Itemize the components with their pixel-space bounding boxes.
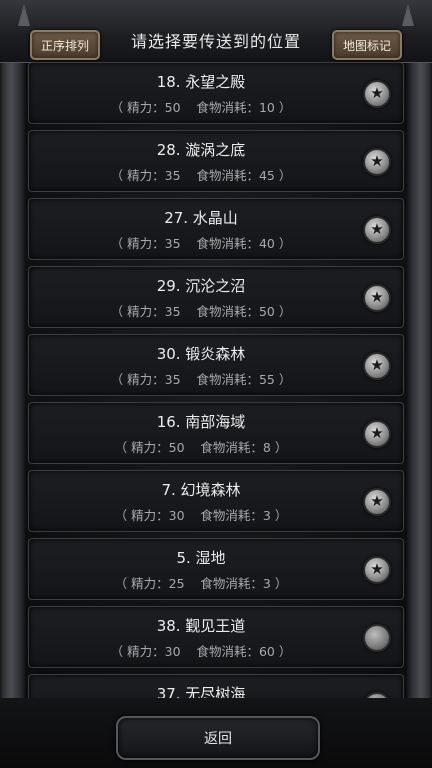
location-name: 28. 漩涡之底 xyxy=(156,141,246,159)
star-icon[interactable]: ★ xyxy=(363,352,391,380)
frame-left xyxy=(0,0,26,768)
star-icon[interactable]: ★ xyxy=(363,420,391,448)
star-icon[interactable]: ★ xyxy=(363,488,391,516)
location-item[interactable]: 16. 南部海域 （ 精力：50 食物消耗：8 ） ★ xyxy=(28,402,404,464)
location-item[interactable]: 30. 锻炎森林 （ 精力：35 食物消耗：55 ） ★ xyxy=(28,334,404,396)
location-name: 5. 湿地 xyxy=(176,549,226,567)
location-name: 37. 无尽树海 xyxy=(156,685,246,698)
location-stats: （ 精力：35 食物消耗：45 ） xyxy=(110,168,292,183)
location-stats: （ 精力：30 食物消耗：3 ） xyxy=(114,508,288,523)
bottom-bar: 返回 xyxy=(0,698,432,768)
location-name: 7. 幻境森林 xyxy=(161,481,241,499)
location-stats: （ 精力：35 食物消耗：50 ） xyxy=(110,304,292,319)
location-name: 30. 锻炎森林 xyxy=(156,345,246,363)
location-name: 29. 沉沦之沼 xyxy=(156,277,246,295)
location-stats: （ 精力：35 食物消耗：40 ） xyxy=(110,236,292,251)
location-item[interactable]: 18. 永望之殿 （ 精力：50 食物消耗：10 ） ★ xyxy=(28,62,404,124)
location-name: 27. 水晶山 xyxy=(164,209,238,227)
empty-marker-icon[interactable] xyxy=(363,624,391,652)
back-button[interactable]: 返回 xyxy=(116,716,320,760)
location-name: 38. 觐见王道 xyxy=(156,617,246,635)
location-stats: （ 精力：30 食物消耗：60 ） xyxy=(110,644,292,659)
location-item[interactable]: 27. 水晶山 （ 精力：35 食物消耗：40 ） ★ xyxy=(28,198,404,260)
location-stats: （ 精力：35 食物消耗：55 ） xyxy=(110,372,292,387)
location-item[interactable]: 29. 沉沦之沼 （ 精力：35 食物消耗：50 ） ★ xyxy=(28,266,404,328)
teleport-screen: 正序排列 请选择要传送到的位置 地图标记 18. 永望之殿 （ 精力：50 食物… xyxy=(0,0,432,768)
location-item[interactable]: 5. 湿地 （ 精力：25 食物消耗：3 ） ★ xyxy=(28,538,404,600)
star-icon[interactable]: ★ xyxy=(363,216,391,244)
frame-right xyxy=(406,0,432,768)
location-stats: （ 精力：50 食物消耗：8 ） xyxy=(114,440,288,455)
location-item[interactable]: 38. 觐见王道 （ 精力：30 食物消耗：60 ） xyxy=(28,606,404,668)
frame-spike-ornament xyxy=(402,4,414,26)
location-item[interactable]: 37. 无尽树海 xyxy=(28,674,404,698)
frame-spike-ornament xyxy=(18,4,30,26)
location-list[interactable]: 18. 永望之殿 （ 精力：50 食物消耗：10 ） ★ 28. 漩涡之底 （ … xyxy=(28,62,404,698)
location-item[interactable]: 7. 幻境森林 （ 精力：30 食物消耗：3 ） ★ xyxy=(28,470,404,532)
location-name: 16. 南部海域 xyxy=(156,413,246,431)
map-mark-button[interactable]: 地图标记 xyxy=(332,30,402,60)
star-icon[interactable]: ★ xyxy=(363,284,391,312)
star-icon[interactable]: ★ xyxy=(363,148,391,176)
location-stats: （ 精力：25 食物消耗：3 ） xyxy=(114,576,288,591)
location-stats: （ 精力：50 食物消耗：10 ） xyxy=(110,100,292,115)
location-name: 18. 永望之殿 xyxy=(156,73,246,91)
star-icon[interactable]: ★ xyxy=(363,556,391,584)
location-item[interactable]: 28. 漩涡之底 （ 精力：35 食物消耗：45 ） ★ xyxy=(28,130,404,192)
star-icon[interactable]: ★ xyxy=(363,80,391,108)
